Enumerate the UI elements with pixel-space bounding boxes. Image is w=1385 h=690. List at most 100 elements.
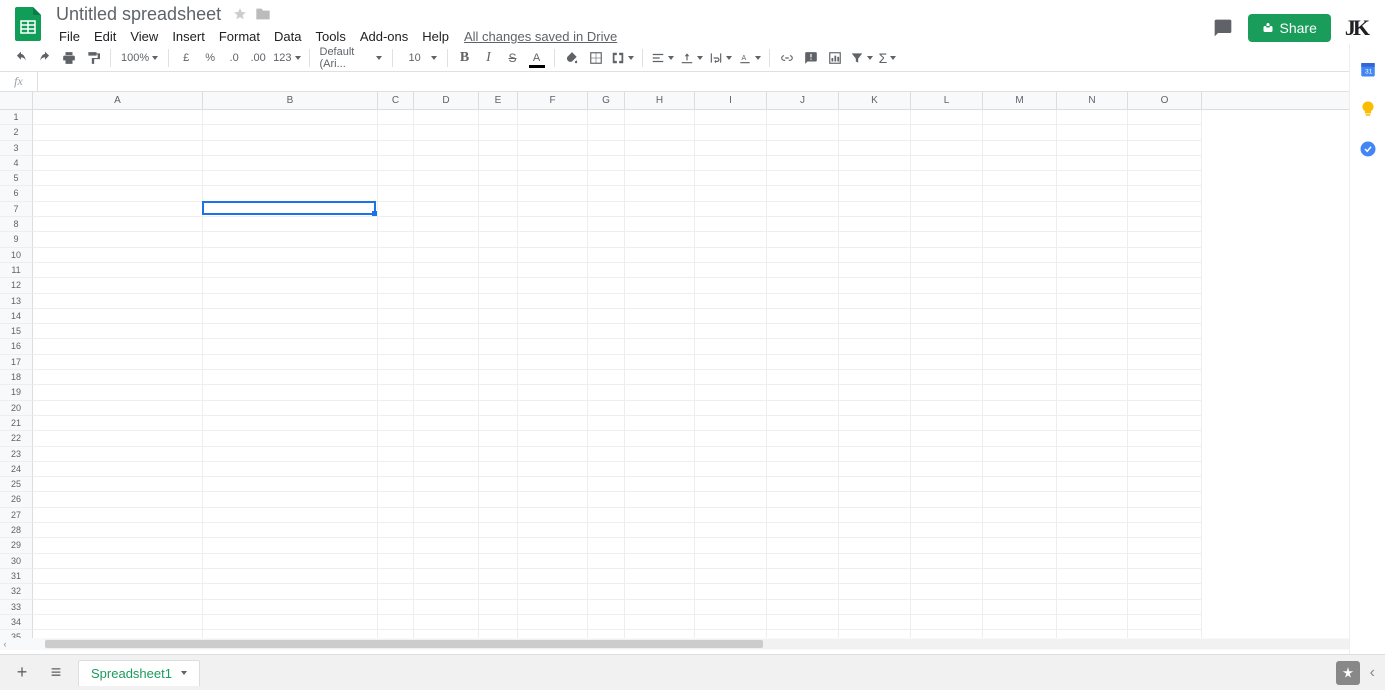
cell[interactable]	[767, 538, 839, 553]
cell[interactable]	[414, 569, 479, 584]
cell[interactable]	[479, 339, 518, 354]
cell[interactable]	[695, 294, 767, 309]
cell[interactable]	[1128, 523, 1202, 538]
row-header[interactable]: 31	[0, 569, 33, 584]
sheet-tab-active[interactable]: Spreadsheet1	[78, 660, 200, 686]
cell[interactable]	[911, 401, 983, 416]
row-header[interactable]: 26	[0, 492, 33, 507]
cell[interactable]	[479, 462, 518, 477]
row-header[interactable]: 8	[0, 217, 33, 232]
cell[interactable]	[695, 141, 767, 156]
cell[interactable]	[518, 385, 588, 400]
cell[interactable]	[625, 263, 695, 278]
cell[interactable]	[767, 125, 839, 140]
cell[interactable]	[479, 232, 518, 247]
cell[interactable]	[911, 232, 983, 247]
sheet-tab-menu-icon[interactable]	[181, 671, 187, 675]
cell[interactable]	[479, 538, 518, 553]
cell[interactable]	[588, 431, 625, 446]
cell[interactable]	[695, 584, 767, 599]
cell[interactable]	[33, 202, 203, 217]
cell[interactable]	[911, 370, 983, 385]
cell[interactable]	[983, 202, 1057, 217]
cell[interactable]	[414, 370, 479, 385]
cell[interactable]	[588, 569, 625, 584]
cell[interactable]	[911, 508, 983, 523]
cell[interactable]	[479, 370, 518, 385]
column-header[interactable]: E	[479, 92, 518, 109]
cell[interactable]	[983, 600, 1057, 615]
row-header[interactable]: 15	[0, 324, 33, 339]
cell[interactable]	[518, 401, 588, 416]
h-align-icon[interactable]	[649, 46, 676, 70]
cell[interactable]	[695, 554, 767, 569]
cell[interactable]	[378, 171, 414, 186]
cell[interactable]	[203, 339, 378, 354]
cell[interactable]	[695, 477, 767, 492]
cell[interactable]	[378, 523, 414, 538]
cell[interactable]	[1128, 508, 1202, 523]
cell[interactable]	[1057, 294, 1128, 309]
cell[interactable]	[203, 615, 378, 630]
cell[interactable]	[1057, 462, 1128, 477]
cell[interactable]	[378, 385, 414, 400]
cell[interactable]	[518, 508, 588, 523]
cell[interactable]	[695, 186, 767, 201]
cell[interactable]	[378, 141, 414, 156]
cell[interactable]	[695, 202, 767, 217]
cell[interactable]	[839, 584, 911, 599]
cell[interactable]	[203, 477, 378, 492]
row-header[interactable]: 2	[0, 125, 33, 140]
cell[interactable]	[911, 186, 983, 201]
row-header[interactable]: 7	[0, 202, 33, 217]
cell[interactable]	[767, 600, 839, 615]
cell[interactable]	[1057, 600, 1128, 615]
cell[interactable]	[33, 125, 203, 140]
more-formats-button[interactable]: 123	[271, 46, 302, 70]
cell[interactable]	[518, 538, 588, 553]
cell[interactable]	[911, 431, 983, 446]
cell[interactable]	[767, 278, 839, 293]
column-header[interactable]: B	[203, 92, 378, 109]
cell[interactable]	[983, 141, 1057, 156]
cell[interactable]	[911, 523, 983, 538]
cell[interactable]	[911, 584, 983, 599]
cell[interactable]	[414, 278, 479, 293]
cell[interactable]	[203, 263, 378, 278]
cell[interactable]	[479, 217, 518, 232]
cell[interactable]	[33, 186, 203, 201]
cell[interactable]	[839, 141, 911, 156]
document-title[interactable]: Untitled spreadsheet	[52, 4, 225, 25]
cell[interactable]	[518, 294, 588, 309]
cell[interactable]	[767, 523, 839, 538]
cell[interactable]	[767, 355, 839, 370]
print-icon[interactable]	[58, 46, 80, 70]
cell[interactable]	[414, 554, 479, 569]
cell[interactable]	[479, 584, 518, 599]
formula-input[interactable]	[38, 72, 1385, 91]
cell[interactable]	[1128, 370, 1202, 385]
cell[interactable]	[588, 385, 625, 400]
cell[interactable]	[767, 202, 839, 217]
cell[interactable]	[625, 600, 695, 615]
font-size-select[interactable]: 10	[405, 52, 441, 64]
cell[interactable]	[767, 462, 839, 477]
cell[interactable]	[518, 462, 588, 477]
cell[interactable]	[33, 309, 203, 324]
cell[interactable]	[414, 508, 479, 523]
add-sheet-icon[interactable]: +	[10, 661, 34, 685]
strikethrough-button[interactable]: S	[502, 46, 524, 70]
cell[interactable]	[588, 492, 625, 507]
cell[interactable]	[203, 523, 378, 538]
cell[interactable]	[479, 523, 518, 538]
cell[interactable]	[33, 477, 203, 492]
cell[interactable]	[378, 339, 414, 354]
cell[interactable]	[911, 294, 983, 309]
cell[interactable]	[518, 339, 588, 354]
cell[interactable]	[414, 401, 479, 416]
cell[interactable]	[839, 324, 911, 339]
menu-edit[interactable]: Edit	[87, 27, 123, 46]
row-header[interactable]: 23	[0, 447, 33, 462]
cell[interactable]	[479, 141, 518, 156]
cell[interactable]	[518, 156, 588, 171]
